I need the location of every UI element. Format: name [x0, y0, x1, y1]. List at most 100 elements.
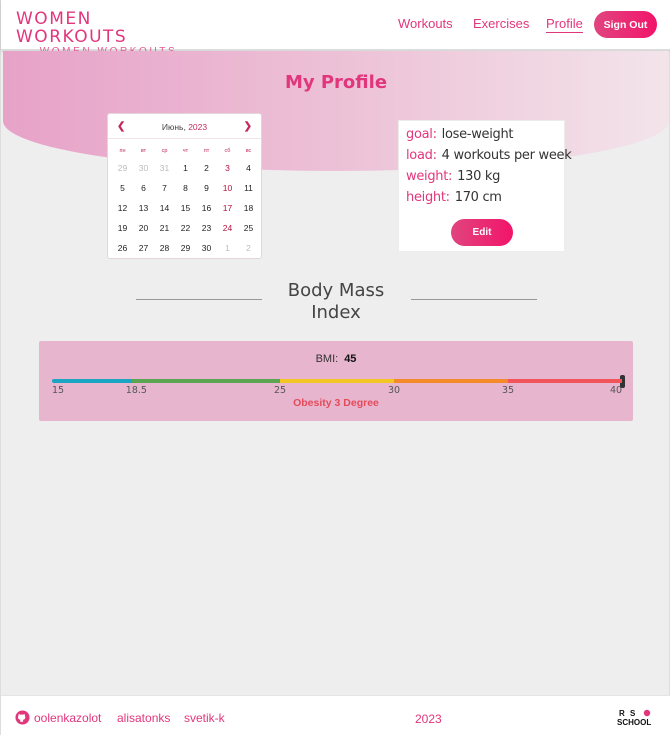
calendar-day[interactable]: 29 — [112, 163, 133, 173]
bmi-tick-label: 18.5 — [125, 385, 147, 396]
calendar-day[interactable]: 30 — [196, 243, 217, 253]
bmi-title-line2: Index — [311, 302, 361, 323]
calendar-day[interactable]: 5 — [112, 183, 133, 193]
calendar-day[interactable]: 21 — [154, 223, 175, 233]
calendar-day[interactable]: 1 — [175, 163, 196, 173]
weekday-label: пн — [119, 148, 126, 154]
calendar-day[interactable]: 26 — [112, 243, 133, 253]
bmi-title-line1: Body Mass — [287, 280, 385, 301]
calendar-week-row: 19 20 21 22 23 24 25 — [112, 218, 259, 238]
calendar-day[interactable]: 29 — [175, 243, 196, 253]
calendar-day[interactable]: 6 — [133, 183, 154, 193]
calendar-grid: пн вт ср чт пт сб вс 29 30 31 1 2 3 4 5 6 7 8 9 10 11… — [112, 144, 259, 258]
author-link-svetik-k[interactable]: svetik-k — [184, 711, 225, 725]
calendar-day[interactable]: 4 — [238, 163, 259, 173]
goal-label: goal: — [406, 127, 437, 142]
weekday-label: ср — [161, 148, 168, 154]
calendar-day[interactable]: 18 — [238, 203, 259, 213]
calendar-day[interactable]: 8 — [175, 183, 196, 193]
calendar-day[interactable]: 31 — [154, 163, 175, 173]
author-link-oolenkazolot[interactable]: oolenkazolot — [34, 711, 101, 725]
calendar-day[interactable]: 7 — [154, 183, 175, 193]
bmi-value: 45 — [344, 353, 357, 365]
calendar-day[interactable]: 9 — [196, 183, 217, 193]
height-row: height: 170 cm — [406, 190, 502, 205]
footer-year: 2023 — [415, 712, 442, 726]
calendar-title[interactable]: Июнь, 2023 — [108, 122, 261, 132]
calendar-day[interactable]: 2 — [238, 243, 259, 253]
calendar-day[interactable]: 28 — [154, 243, 175, 253]
calendar-day[interactable]: 23 — [196, 223, 217, 233]
calendar-day[interactable]: 20 — [133, 223, 154, 233]
nav-profile[interactable]: Profile — [546, 16, 583, 33]
calendar-year: 2023 — [188, 122, 208, 132]
weight-value: 130 kg — [457, 169, 501, 184]
bmi-scale-segment — [280, 379, 394, 383]
bmi-scale-segment — [131, 379, 280, 383]
calendar-day[interactable]: 3 — [217, 163, 238, 173]
bmi-tick-label: 25 — [274, 385, 287, 396]
calendar-day[interactable]: 17 — [217, 203, 238, 213]
weight-label: weight: — [406, 169, 453, 184]
load-row: load: 4 workouts per week — [406, 148, 572, 163]
weekday-label: чт — [182, 148, 189, 154]
calendar-day[interactable]: 11 — [238, 183, 259, 193]
calendar-header: ❮ Июнь, 2023 ❯ — [108, 114, 261, 139]
bmi-section-title: Body Mass Index — [271, 280, 401, 324]
calendar: ❮ Июнь, 2023 ❯ пн вт ср чт пт сб вс 29 30… — [107, 113, 262, 259]
bmi-tick-label: 40 — [610, 385, 623, 396]
footer: oolenkazolot alisatonks svetik-k 2023 — [1, 695, 670, 735]
rs-school-logo[interactable]: R S SCHOOL — [615, 708, 659, 726]
logo[interactable]: WOMEN WORKOUTS WOMEN WORKOUTS — [16, 10, 201, 57]
nav-workouts[interactable]: Workouts — [398, 16, 453, 31]
calendar-day[interactable]: 2 — [196, 163, 217, 173]
weekday-label: вт — [140, 148, 147, 154]
calendar-day[interactable]: 24 — [217, 223, 238, 233]
profile-info-card: goal: lose-weight load: 4 workouts per wee… — [398, 120, 572, 252]
header: WOMEN WORKOUTS WOMEN WORKOUTS Workouts E… — [1, 0, 670, 57]
goal-value: lose-weight — [441, 127, 514, 142]
calendar-day[interactable]: 12 — [112, 203, 133, 213]
author-link-alisatonks[interactable]: alisatonks — [117, 711, 170, 725]
bmi-readout: BMI: 45 — [39, 353, 633, 365]
bmi-scale-segment — [52, 379, 132, 383]
calendar-day[interactable]: 1 — [217, 243, 238, 253]
github-icon — [15, 710, 30, 725]
bmi-tick-label: 15 — [52, 385, 65, 396]
load-label: load: — [406, 148, 437, 163]
calendar-month: Июнь, — [161, 122, 186, 132]
calendar-day[interactable]: 25 — [238, 223, 259, 233]
divider-right — [411, 299, 537, 300]
bmi-scale-segment — [394, 379, 508, 383]
goal-row: goal: lose-weight — [406, 127, 514, 142]
weekday-label: сб — [224, 148, 231, 154]
bmi-tick-label: 35 — [502, 385, 515, 396]
calendar-day[interactable]: 22 — [175, 223, 196, 233]
calendar-day[interactable]: 30 — [133, 163, 154, 173]
page-title: My Profile — [284, 72, 388, 93]
bmi-label: BMI: — [315, 353, 339, 365]
svg-text:SCHOOL: SCHOOL — [617, 718, 651, 726]
calendar-day[interactable]: 14 — [154, 203, 175, 213]
sign-out-button[interactable]: Sign Out — [594, 11, 657, 38]
calendar-week-row: 12 13 14 15 16 17 18 — [112, 198, 259, 218]
weekday-label: пт — [203, 148, 210, 154]
weekday-label: вс — [245, 148, 252, 154]
chevron-right-icon[interactable]: ❯ — [244, 121, 252, 132]
svg-text:R: R — [619, 709, 625, 718]
height-value: 170 cm — [454, 190, 502, 205]
calendar-week-row: 26 27 28 29 30 1 2 — [112, 238, 259, 258]
calendar-day[interactable]: 13 — [133, 203, 154, 213]
bmi-tick-label: 30 — [388, 385, 401, 396]
calendar-day[interactable]: 15 — [175, 203, 196, 213]
calendar-week-row: 29 30 31 1 2 3 4 — [112, 158, 259, 178]
calendar-day[interactable]: 10 — [217, 183, 238, 193]
bmi-panel: BMI: 45 Obesity 3 Degree 15 18.5 25 30 35 40 — [39, 341, 633, 421]
calendar-day[interactable]: 16 — [196, 203, 217, 213]
edit-button[interactable]: Edit — [451, 219, 513, 246]
calendar-day[interactable]: 27 — [133, 243, 154, 253]
calendar-week-row: 5 6 7 8 9 10 11 — [112, 178, 259, 198]
calendar-day[interactable]: 19 — [112, 223, 133, 233]
divider-left — [136, 299, 262, 300]
nav-exercises[interactable]: Exercises — [473, 16, 529, 31]
